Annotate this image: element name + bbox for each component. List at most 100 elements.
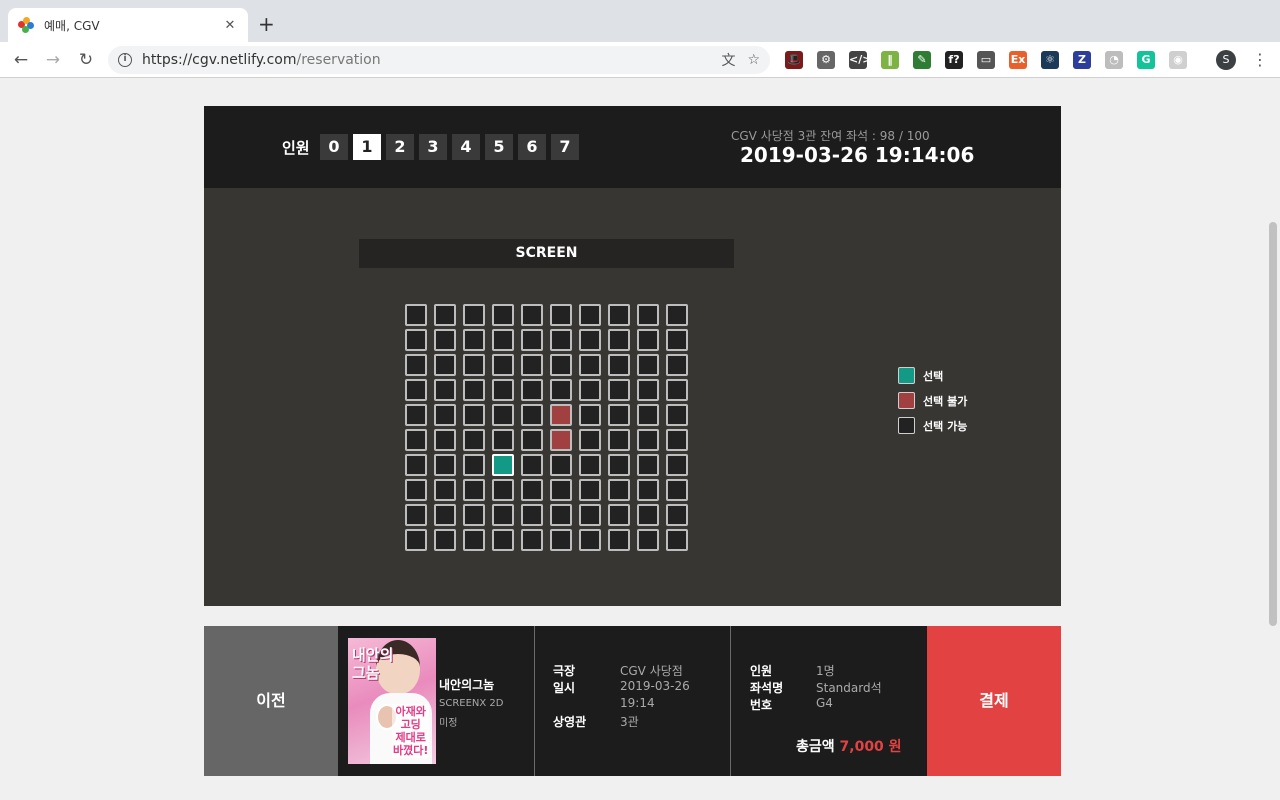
seat-available[interactable] xyxy=(492,304,514,326)
seat-available[interactable] xyxy=(405,329,427,351)
seat-available[interactable] xyxy=(405,354,427,376)
seat-available[interactable] xyxy=(434,429,456,451)
seat-available[interactable] xyxy=(666,329,688,351)
seat-available[interactable] xyxy=(637,329,659,351)
people-count-option-0[interactable]: 0 xyxy=(320,134,348,160)
seat-available[interactable] xyxy=(608,329,630,351)
seat-available[interactable] xyxy=(550,354,572,376)
seat-available[interactable] xyxy=(405,529,427,551)
close-tab-icon[interactable]: ✕ xyxy=(222,18,238,33)
ex-ext-icon[interactable]: Ex xyxy=(1009,51,1027,69)
gear-ext-icon[interactable]: ⚙ xyxy=(817,51,835,69)
seat-available[interactable] xyxy=(550,479,572,501)
seat-available[interactable] xyxy=(579,329,601,351)
seat-available[interactable] xyxy=(405,404,427,426)
seat-available[interactable] xyxy=(579,304,601,326)
seat-available[interactable] xyxy=(463,304,485,326)
seat-available[interactable] xyxy=(405,429,427,451)
reload-icon[interactable]: ↻ xyxy=(74,48,98,72)
seat-available[interactable] xyxy=(434,479,456,501)
font-ext-icon[interactable]: f? xyxy=(945,51,963,69)
seat-available[interactable] xyxy=(550,529,572,551)
seat-available[interactable] xyxy=(608,504,630,526)
seat-available[interactable] xyxy=(666,354,688,376)
seat-available[interactable] xyxy=(434,329,456,351)
seat-available[interactable] xyxy=(608,304,630,326)
profile-avatar[interactable]: S xyxy=(1216,50,1236,70)
people-count-option-2[interactable]: 2 xyxy=(386,134,414,160)
bookmark-star-icon[interactable]: ☆ xyxy=(747,52,760,68)
people-count-option-7[interactable]: 7 xyxy=(551,134,579,160)
seat-available[interactable] xyxy=(579,354,601,376)
ladder-ext-icon[interactable]: ‖ xyxy=(881,51,899,69)
seat-available[interactable] xyxy=(608,479,630,501)
seat-available[interactable] xyxy=(492,404,514,426)
discord-ext-icon[interactable]: ◉ xyxy=(1169,51,1187,69)
seat-available[interactable] xyxy=(463,479,485,501)
people-count-option-3[interactable]: 3 xyxy=(419,134,447,160)
seat-available[interactable] xyxy=(608,354,630,376)
seat-available[interactable] xyxy=(579,404,601,426)
seat-available[interactable] xyxy=(608,379,630,401)
people-count-option-4[interactable]: 4 xyxy=(452,134,480,160)
page-scrollbar-thumb[interactable] xyxy=(1269,222,1277,626)
seat-available[interactable] xyxy=(521,329,543,351)
seat-available[interactable] xyxy=(666,454,688,476)
seat-available[interactable] xyxy=(521,429,543,451)
seat-available[interactable] xyxy=(463,379,485,401)
seat-available[interactable] xyxy=(637,379,659,401)
seat-available[interactable] xyxy=(492,329,514,351)
seat-available[interactable] xyxy=(521,379,543,401)
seat-available[interactable] xyxy=(521,529,543,551)
seat-available[interactable] xyxy=(463,454,485,476)
seat-available[interactable] xyxy=(521,454,543,476)
seat-available[interactable] xyxy=(405,504,427,526)
seat-available[interactable] xyxy=(463,329,485,351)
seat-available[interactable] xyxy=(579,379,601,401)
seat-available[interactable] xyxy=(666,404,688,426)
seat-available[interactable] xyxy=(434,504,456,526)
seat-available[interactable] xyxy=(608,429,630,451)
seat-available[interactable] xyxy=(637,454,659,476)
translate-icon[interactable]: 文 xyxy=(721,50,735,70)
seat-available[interactable] xyxy=(463,529,485,551)
seat-available[interactable] xyxy=(434,404,456,426)
owl-ext-icon[interactable]: ◔ xyxy=(1105,51,1123,69)
forward-arrow-icon[interactable]: → xyxy=(41,48,65,72)
seat-available[interactable] xyxy=(579,529,601,551)
seat-available[interactable] xyxy=(521,354,543,376)
url-text[interactable]: https://cgv.netlify.com/reservation xyxy=(142,52,709,68)
address-bar[interactable]: i https://cgv.netlify.com/reservation 文 … xyxy=(108,46,770,74)
seat-available[interactable] xyxy=(608,529,630,551)
seat-available[interactable] xyxy=(666,504,688,526)
seat-available[interactable] xyxy=(405,379,427,401)
seat-available[interactable] xyxy=(521,304,543,326)
seat-available[interactable] xyxy=(637,479,659,501)
seat-available[interactable] xyxy=(463,354,485,376)
seat-available[interactable] xyxy=(434,529,456,551)
seat-selected[interactable] xyxy=(492,454,514,476)
seat-available[interactable] xyxy=(608,404,630,426)
people-count-option-5[interactable]: 5 xyxy=(485,134,513,160)
seat-available[interactable] xyxy=(579,479,601,501)
seat-available[interactable] xyxy=(550,379,572,401)
seat-available[interactable] xyxy=(405,454,427,476)
seat-available[interactable] xyxy=(637,404,659,426)
seat-available[interactable] xyxy=(434,454,456,476)
seat-available[interactable] xyxy=(550,454,572,476)
browser-menu-icon[interactable]: ⋮ xyxy=(1252,50,1268,70)
seat-available[interactable] xyxy=(405,304,427,326)
seat-available[interactable] xyxy=(637,529,659,551)
seat-available[interactable] xyxy=(492,479,514,501)
seat-available[interactable] xyxy=(637,504,659,526)
seat-available[interactable] xyxy=(637,354,659,376)
seat-available[interactable] xyxy=(463,404,485,426)
z-ext-icon[interactable]: Z xyxy=(1073,51,1091,69)
seat-available[interactable] xyxy=(434,304,456,326)
seat-available[interactable] xyxy=(579,429,601,451)
seat-available[interactable] xyxy=(492,529,514,551)
seat-available[interactable] xyxy=(666,479,688,501)
seat-available[interactable] xyxy=(666,304,688,326)
seat-available[interactable] xyxy=(521,504,543,526)
seat-available[interactable] xyxy=(521,479,543,501)
